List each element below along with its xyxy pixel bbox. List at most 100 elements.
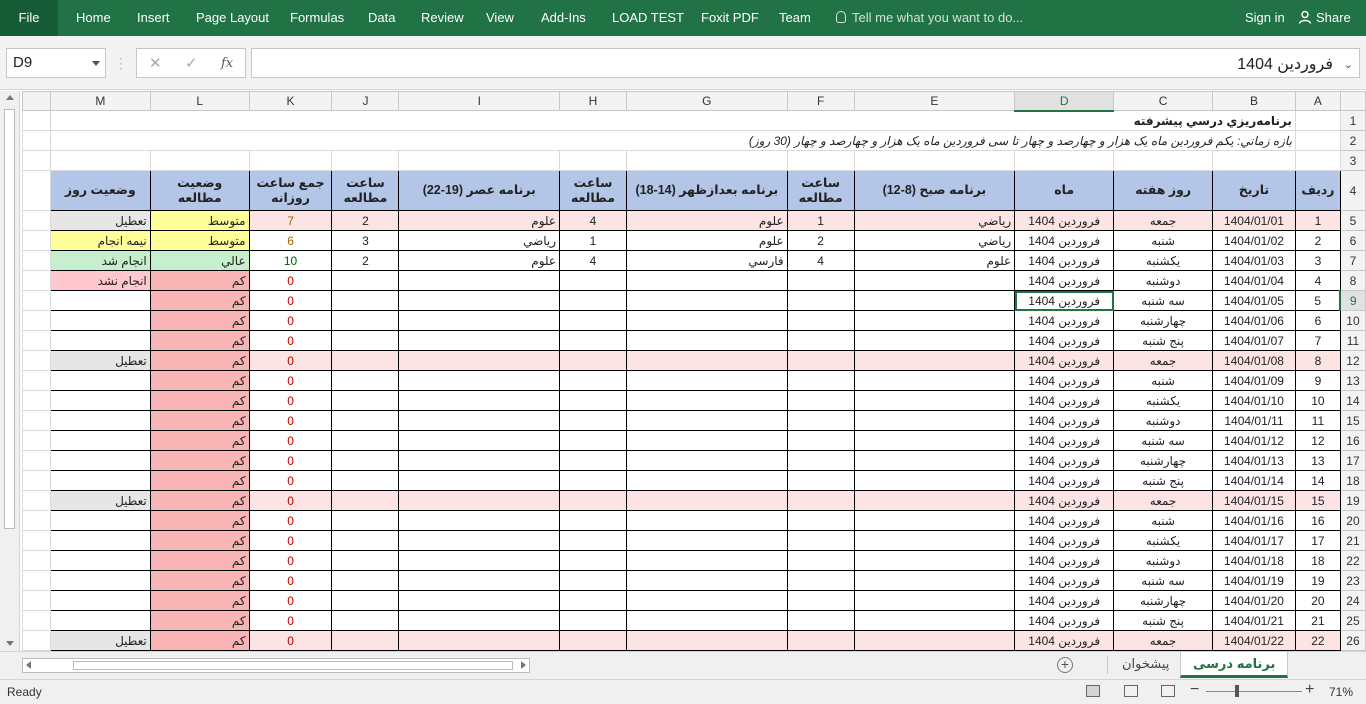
saat-2-cell[interactable] [559, 430, 627, 451]
saat-3-cell[interactable] [331, 470, 400, 491]
rooz-cell[interactable]: چهارشنبه [1113, 590, 1213, 611]
mah-cell[interactable]: فروردین 1404 [1014, 630, 1115, 651]
saat-1-cell[interactable] [786, 330, 855, 351]
rooz-cell[interactable]: جمعه [1113, 630, 1213, 651]
saat-1-cell[interactable] [786, 490, 855, 511]
cell[interactable] [22, 110, 51, 131]
radif-cell[interactable]: 18 [1294, 550, 1341, 571]
row-header[interactable]: 17 [1339, 450, 1366, 471]
saat-3-cell[interactable] [331, 270, 400, 291]
cell[interactable] [22, 510, 51, 531]
jam-saat-cell[interactable]: 0 [248, 390, 333, 411]
jam-saat-cell[interactable]: 0 [248, 470, 333, 491]
mah-cell[interactable]: فروردین 1404 [1014, 510, 1115, 531]
saat-1-cell[interactable] [786, 610, 855, 631]
vaziat-motaleh-cell[interactable]: کم [149, 390, 250, 411]
cell[interactable] [853, 150, 1016, 171]
col-header-b[interactable]: B [1211, 91, 1296, 111]
saat-1-cell[interactable] [786, 530, 855, 551]
col-header-h[interactable]: H [559, 91, 627, 111]
saat-3-cell[interactable] [331, 390, 400, 411]
mah-cell[interactable]: فروردین 1404 [1014, 430, 1115, 451]
saat-2-cell[interactable] [559, 470, 627, 491]
zoom-out-icon[interactable]: − [1190, 681, 1199, 699]
asr-cell[interactable]: علوم [398, 250, 561, 271]
saat-3-cell[interactable] [331, 530, 400, 551]
file-tab[interactable]: File [0, 0, 58, 36]
vaziat-rooz-cell[interactable] [49, 550, 151, 571]
vaziat-motaleh-cell[interactable]: متوسط [149, 230, 250, 251]
drag-handle-icon[interactable]: · · · [119, 52, 123, 74]
asr-cell[interactable] [398, 430, 561, 451]
jam-saat-cell[interactable]: 0 [248, 610, 333, 631]
cell[interactable] [22, 490, 51, 511]
jam-saat-cell[interactable]: 0 [248, 450, 333, 471]
rooz-cell[interactable]: دوشنبه [1113, 270, 1213, 291]
row-header[interactable]: 9 [1339, 290, 1366, 311]
vaziat-rooz-cell[interactable]: انجام شد [49, 250, 151, 271]
radif-cell[interactable]: 17 [1294, 530, 1341, 551]
tarikh-cell[interactable]: 1404/01/02 [1211, 230, 1296, 251]
cell[interactable] [22, 330, 51, 351]
sobh-cell[interactable] [853, 350, 1016, 371]
sobh-cell[interactable]: رياضي [853, 210, 1016, 231]
add-sheet-icon[interactable]: + [1057, 657, 1073, 673]
cell[interactable] [625, 150, 788, 171]
sobh-cell[interactable]: رياضي [853, 230, 1016, 251]
tarikh-cell[interactable]: 1404/01/01 [1211, 210, 1296, 231]
cell[interactable] [149, 150, 250, 171]
mah-cell[interactable]: فروردین 1404 [1014, 250, 1115, 271]
jam-saat-cell[interactable]: 0 [248, 310, 333, 331]
saat-3-cell[interactable] [331, 510, 400, 531]
header-saat-1[interactable]: ساعت مطالعه [786, 170, 855, 211]
row-header[interactable]: 13 [1339, 370, 1366, 391]
vaziat-rooz-cell[interactable] [49, 510, 151, 531]
radif-cell[interactable]: 11 [1294, 410, 1341, 431]
cell[interactable] [1294, 130, 1341, 151]
mah-cell[interactable]: فروردین 1404 [1014, 350, 1115, 371]
asr-cell[interactable] [398, 490, 561, 511]
vaziat-rooz-cell[interactable]: تعطیل [49, 490, 151, 511]
tab-add-ins[interactable]: Add-Ins [541, 10, 586, 25]
saat-1-cell[interactable]: 1 [786, 210, 855, 231]
mah-cell[interactable]: فروردین 1404 [1014, 530, 1115, 551]
cell[interactable] [398, 150, 561, 171]
cell[interactable] [22, 390, 51, 411]
mah-cell[interactable]: فروردین 1404 [1014, 410, 1115, 431]
asr-cell[interactable] [398, 290, 561, 311]
sobh-cell[interactable] [853, 470, 1016, 491]
saat-2-cell[interactable]: 1 [559, 230, 627, 251]
radif-cell[interactable]: 4 [1294, 270, 1341, 291]
sobh-cell[interactable] [853, 310, 1016, 331]
col-header-g[interactable]: G [625, 91, 788, 111]
row-header[interactable]: 3 [1339, 150, 1366, 171]
header-vaziat-motaleh[interactable]: وضعیت مطالعه [149, 170, 250, 211]
rooz-cell[interactable]: شنبه [1113, 370, 1213, 391]
cell[interactable] [22, 610, 51, 631]
cell[interactable] [22, 350, 51, 371]
saat-1-cell[interactable] [786, 510, 855, 531]
jam-saat-cell[interactable]: 0 [248, 630, 333, 651]
saat-3-cell[interactable] [331, 490, 400, 511]
badazohr-cell[interactable] [625, 630, 788, 651]
radif-cell[interactable]: 14 [1294, 470, 1341, 491]
cell[interactable] [22, 530, 51, 551]
header-saat-3[interactable]: ساعت مطالعه [331, 170, 400, 211]
sobh-cell[interactable] [853, 410, 1016, 431]
vaziat-rooz-cell[interactable]: انجام نشد [49, 270, 151, 291]
row-header[interactable]: 2 [1339, 130, 1366, 151]
rooz-cell[interactable]: سه شنبه [1113, 290, 1213, 311]
badazohr-cell[interactable] [625, 310, 788, 331]
header-radif[interactable]: ردیف [1294, 170, 1341, 211]
sobh-cell[interactable] [853, 570, 1016, 591]
radif-cell[interactable]: 2 [1294, 230, 1341, 251]
cell[interactable] [49, 150, 151, 171]
saat-3-cell[interactable]: 2 [331, 250, 400, 271]
badazohr-cell[interactable] [625, 430, 788, 451]
cell[interactable] [22, 310, 51, 331]
jam-saat-cell[interactable]: 0 [248, 570, 333, 591]
sobh-cell[interactable] [853, 510, 1016, 531]
vaziat-rooz-cell[interactable] [49, 470, 151, 491]
tarikh-cell[interactable]: 1404/01/10 [1211, 390, 1296, 411]
badazohr-cell[interactable] [625, 450, 788, 471]
